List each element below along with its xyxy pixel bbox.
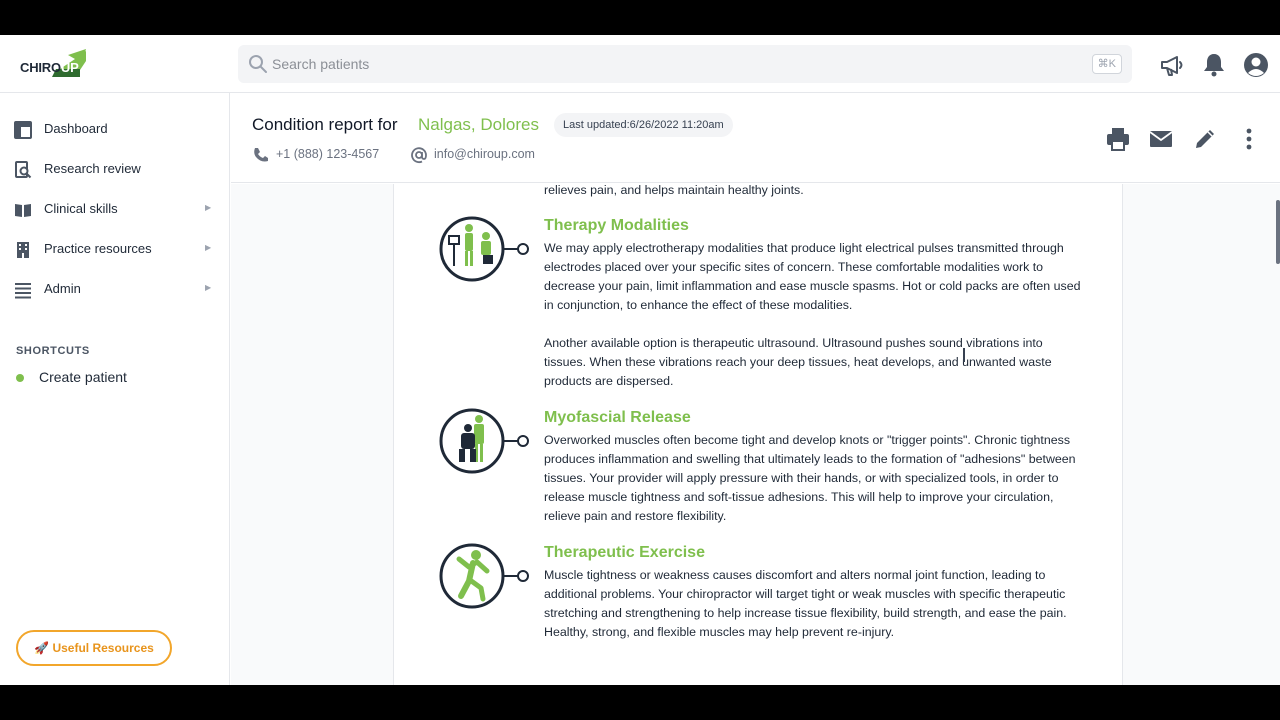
chevron-right-icon: ▶ [205,203,212,212]
page-title: Condition report for [252,115,398,134]
sidebar-item-label: Admin [44,281,81,296]
sidebar-item-clinical-skills[interactable]: Clinical skills ▶ [0,190,229,230]
report-content-area[interactable]: relieves pain, and helps maintain health… [231,184,1280,685]
dashboard-icon [14,121,32,139]
letterbox-top [0,0,1280,35]
phone-icon [254,148,268,162]
logo-word-chiro: CHIRO [20,60,61,75]
contact-phone[interactable]: +1 (888) 123-4567 [252,146,412,164]
phone-number: +1 (888) 123-4567 [276,147,380,161]
search-input[interactable] [272,45,1072,83]
mail-icon[interactable] [1147,125,1175,153]
megaphone-icon[interactable] [1158,51,1186,79]
research-icon [15,161,32,179]
shortcut-label: Create patient [39,369,127,385]
at-sign-icon [411,147,427,164]
sidebar-item-label: Research review [44,161,141,176]
text-cursor-icon [963,348,965,362]
app-window: CHIROUP ⌘K [0,35,1280,685]
shortcuts-heading: SHORTCUTS [16,345,90,357]
sidebar-item-research-review[interactable]: Research review [0,150,229,190]
book-icon [15,204,31,217]
intro-paragraph-tail: relieves pain, and helps maintain health… [544,184,804,197]
patient-name-link[interactable]: Nalgas, Dolores [418,115,539,135]
top-bar: CHIROUP ⌘K [0,35,1280,93]
contact-email[interactable]: info@chiroup.com [410,146,570,164]
logo-wordmark: CHIROUP [20,60,79,75]
scrollbar-thumb[interactable] [1276,200,1280,264]
chevron-right-icon: ▶ [205,283,212,292]
section-paragraph: Muscle tightness or weakness causes disc… [544,568,1067,640]
section-title-therapeutic-exercise: Therapeutic Exercise [544,544,705,561]
email-address: info@chiroup.com [434,147,535,161]
sidebar-item-label: Clinical skills [44,201,118,216]
sidebar-item-admin[interactable]: Admin ▶ [0,270,229,310]
section-title-therapy-modalities: Therapy Modalities [544,217,689,234]
report-header: Condition report for Nalgas, Dolores Las… [231,93,1280,183]
sidebar: Dashboard Research review Clinical skill… [0,93,230,685]
search-bar[interactable]: ⌘K [238,45,1132,83]
report-document: relieves pain, and helps maintain health… [393,184,1123,685]
user-circle-icon[interactable] [1242,51,1270,79]
myofascial-release-icon [439,408,529,474]
therapeutic-exercise-icon [439,543,529,609]
building-icon [17,242,29,258]
last-updated-badge: Last updated:6/26/2022 11:20am [554,113,733,137]
list-icon [15,283,31,299]
section-title-myofascial-release: Myofascial Release [544,409,691,426]
section-paragraph: We may apply electrotherapy modalities t… [544,241,1081,313]
more-vertical-icon[interactable] [1235,125,1263,153]
print-icon[interactable] [1104,125,1132,153]
chevron-right-icon: ▶ [205,243,212,252]
sidebar-item-label: Dashboard [44,121,108,136]
shortcut-create-patient[interactable]: Create patient [16,365,216,391]
logo-word-up: UP [60,60,79,75]
section-paragraph: Overworked muscles often become tight an… [544,433,1076,524]
shortcut-status-dot [16,374,24,382]
letterbox-bottom [0,685,1280,720]
sidebar-item-practice-resources[interactable]: Practice resources ▶ [0,230,229,270]
therapy-modalities-icon [439,216,529,282]
sidebar-item-dashboard[interactable]: Dashboard [0,110,229,150]
search-icon [249,55,267,73]
useful-resources-button[interactable]: 🚀 Useful Resources [16,630,172,666]
pencil-icon[interactable] [1191,125,1219,153]
sidebar-item-label: Practice resources [44,241,152,256]
search-shortcut-hint: ⌘K [1091,54,1122,74]
chiroup-logo[interactable]: CHIROUP [20,47,90,81]
section-paragraph: Another available option is therapeutic … [544,336,1052,389]
bell-icon[interactable] [1200,51,1228,79]
